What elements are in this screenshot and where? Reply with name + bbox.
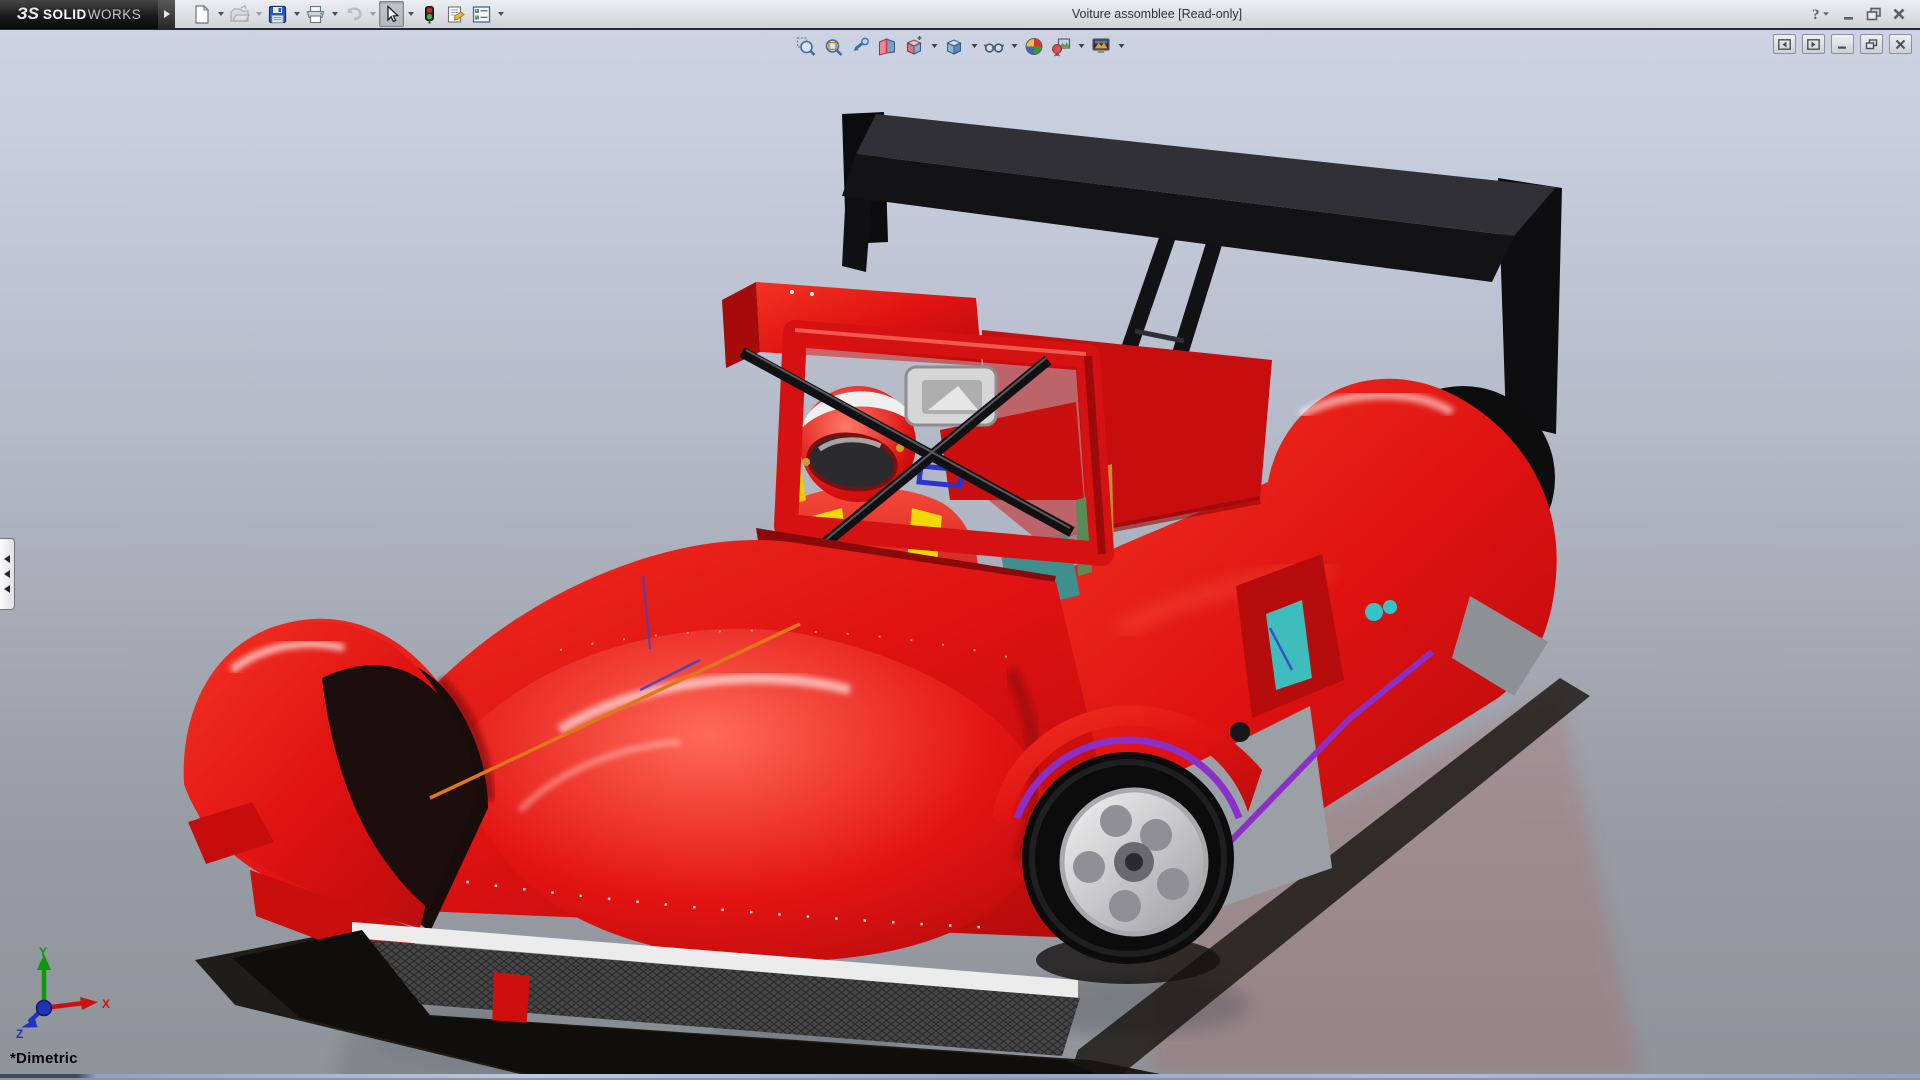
print-icon	[305, 4, 326, 25]
apply-scene-dropdown[interactable]	[1076, 35, 1087, 57]
document-window-controls	[1773, 34, 1912, 54]
heads-up-view-toolbar	[794, 33, 1127, 59]
doc-restore-icon	[1865, 39, 1878, 50]
toolbar-print-button[interactable]	[303, 1, 328, 27]
section-view-button[interactable]	[875, 33, 900, 59]
toolbar-file-properties-button[interactable]	[443, 1, 468, 27]
toolbar-undo-button[interactable]	[341, 1, 366, 27]
edit-appearance-button[interactable]	[1022, 33, 1047, 59]
previous-view-icon	[850, 36, 871, 57]
display-style-dropdown[interactable]	[969, 35, 980, 57]
toolbar-save-button[interactable]	[265, 1, 290, 27]
toolbar-select-button[interactable]	[379, 1, 404, 27]
pane-right-icon	[1807, 39, 1820, 50]
toolbar-undo-dropdown[interactable]	[367, 3, 378, 25]
toolbar-new-button[interactable]	[189, 1, 214, 27]
brand-mark: ЗS	[17, 4, 39, 24]
pane-left-icon	[1778, 39, 1791, 50]
close-button[interactable]	[1892, 4, 1906, 24]
toolbar-options-button[interactable]	[469, 1, 494, 27]
triad-y-label: Y	[39, 946, 47, 959]
help-button[interactable]: ?	[1808, 4, 1832, 24]
view-settings-button[interactable]	[1089, 33, 1114, 59]
save-floppy-icon	[267, 4, 288, 25]
triad-z-label: Z	[16, 1027, 23, 1038]
bottom-edge-strip	[0, 1074, 1920, 1078]
front-left-fender[interactable]	[184, 622, 488, 972]
feature-manager-collapsed-tab[interactable]	[0, 538, 15, 610]
solidworks-logo[interactable]: ЗS SOLID WORKS	[0, 0, 158, 29]
new-document-icon	[191, 4, 212, 25]
section-view-icon	[877, 36, 898, 57]
graphics-viewport[interactable]: Y X Z *Dimetric	[0, 30, 1920, 1074]
brand-solid: SOLID	[43, 7, 87, 22]
toolbar-rebuild-button[interactable]	[417, 1, 442, 27]
standard-toolbar	[189, 1, 506, 27]
restore-icon	[1866, 7, 1882, 21]
restore-button[interactable]	[1866, 4, 1882, 24]
view-settings-icon	[1091, 36, 1112, 57]
select-cursor-icon	[381, 4, 402, 25]
open-folder-icon	[229, 4, 250, 25]
minimize-icon	[1842, 7, 1856, 21]
rebuild-traffic-light-icon	[419, 4, 440, 25]
orientation-triad[interactable]: Y X Z	[14, 946, 114, 1038]
toolbar-select-dropdown[interactable]	[405, 3, 416, 25]
file-properties-icon	[445, 4, 466, 25]
triad-x-label: X	[102, 997, 110, 1011]
doc-close-icon	[1894, 39, 1907, 50]
zoom-to-fit-button[interactable]	[794, 33, 819, 59]
apply-scene-icon	[1051, 36, 1072, 57]
options-checklist-icon	[471, 4, 492, 25]
doc-close-button[interactable]	[1889, 34, 1912, 54]
pane-right-button[interactable]	[1802, 34, 1825, 54]
apply-scene-button[interactable]	[1049, 33, 1074, 59]
doc-minimize-icon	[1836, 39, 1849, 50]
edit-appearance-ball-icon	[1024, 36, 1045, 57]
previous-view-button[interactable]	[848, 33, 873, 59]
toolbar-open-button[interactable]	[227, 1, 252, 27]
close-icon	[1892, 7, 1906, 21]
display-style-icon	[944, 36, 965, 57]
view-orientation-button[interactable]	[902, 33, 927, 59]
view-settings-dropdown[interactable]	[1116, 35, 1127, 57]
zoom-to-area-button[interactable]	[821, 33, 846, 59]
doc-minimize-button[interactable]	[1831, 34, 1854, 54]
toolbar-print-dropdown[interactable]	[329, 3, 340, 25]
pane-left-button[interactable]	[1773, 34, 1796, 54]
view-orientation-label: *Dimetric	[10, 1050, 78, 1067]
svg-text:?: ?	[1812, 7, 1820, 22]
toolbar-new-dropdown[interactable]	[215, 3, 226, 25]
help-icon: ?	[1808, 6, 1832, 22]
model-voiture-assemblee[interactable]	[0, 30, 1920, 1074]
left-arrow-icon	[4, 570, 10, 578]
title-bar[interactable]: ЗS SOLID WORKS	[0, 0, 1920, 30]
brand-works: WORKS	[88, 7, 142, 22]
hide-show-items-glasses-icon	[984, 36, 1005, 57]
left-arrow-icon	[4, 585, 10, 593]
hide-show-items-dropdown[interactable]	[1009, 35, 1020, 57]
zoom-to-area-icon	[823, 36, 844, 57]
display-style-button[interactable]	[942, 33, 967, 59]
right-arrow-icon	[164, 10, 170, 18]
toolbar-save-dropdown[interactable]	[291, 3, 302, 25]
window-controls: ?	[1808, 4, 1920, 24]
doc-restore-button[interactable]	[1860, 34, 1883, 54]
window-title: Voiture assomblee [Read-only]	[506, 7, 1808, 21]
left-arrow-icon	[4, 555, 10, 563]
hide-show-items-button[interactable]	[982, 33, 1007, 59]
menu-expand-arrow[interactable]	[158, 0, 175, 29]
toolbar-open-dropdown[interactable]	[253, 3, 264, 25]
view-orientation-dropdown[interactable]	[929, 35, 940, 57]
undo-arrow-icon	[343, 4, 364, 25]
view-orientation-icon	[904, 36, 925, 57]
zoom-to-fit-icon	[796, 36, 817, 57]
toolbar-options-dropdown[interactable]	[495, 3, 506, 25]
minimize-button[interactable]	[1842, 4, 1856, 24]
